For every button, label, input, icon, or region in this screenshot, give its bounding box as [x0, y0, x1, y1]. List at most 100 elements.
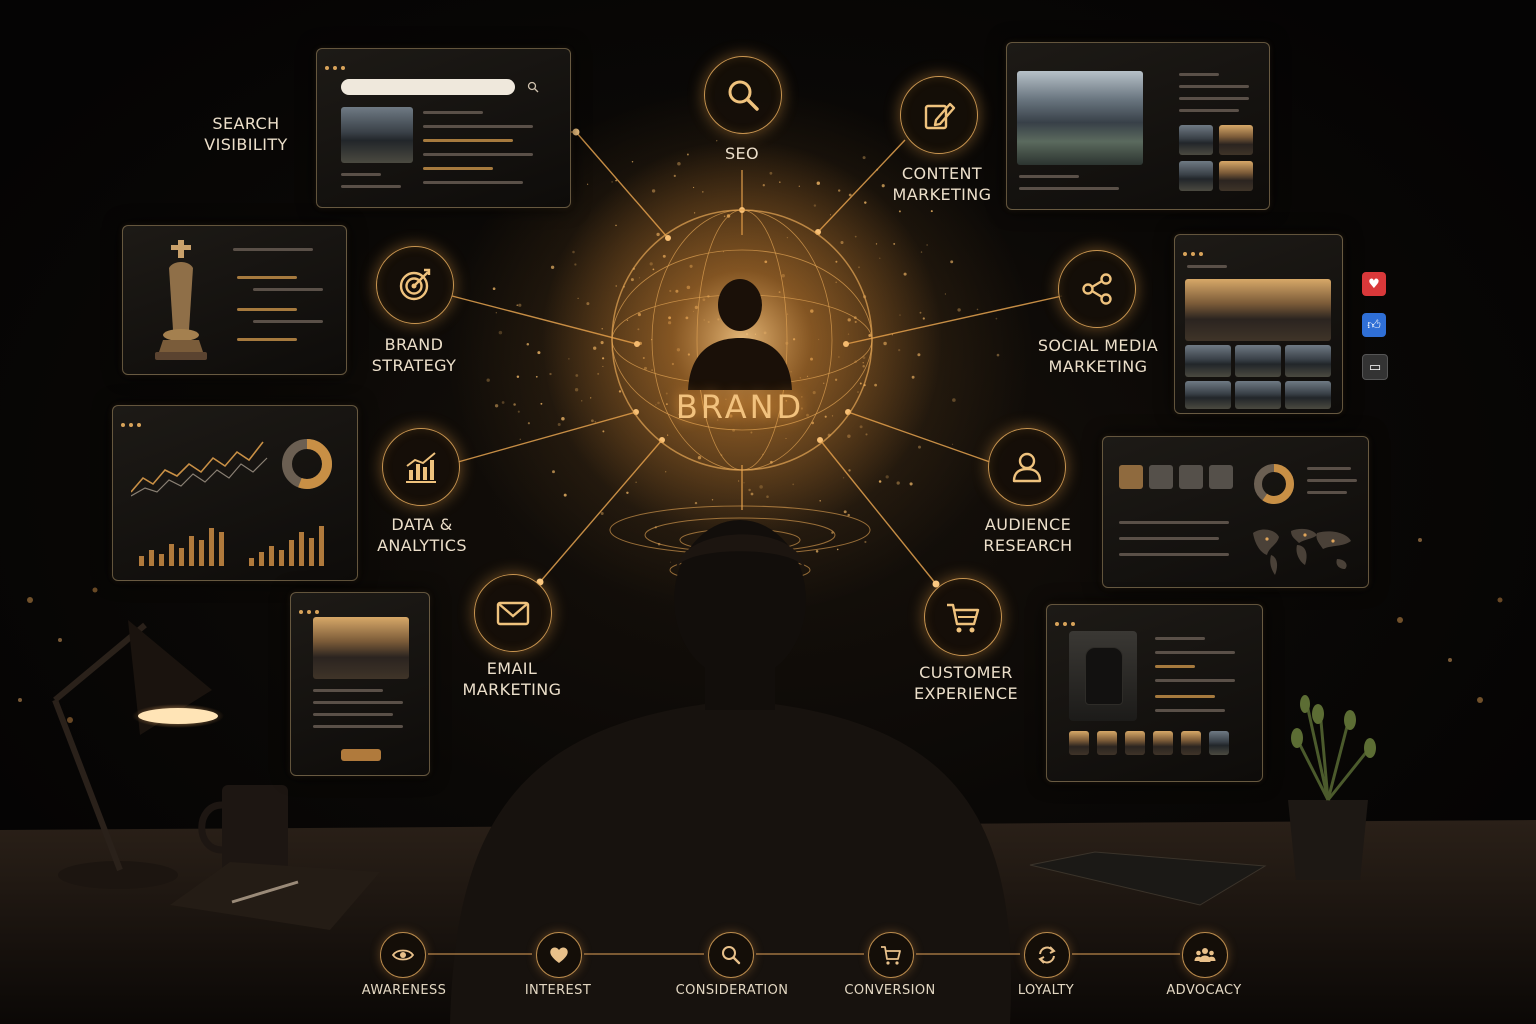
particle — [995, 317, 998, 320]
search-icon[interactable] — [527, 81, 539, 93]
edit-icon — [924, 102, 956, 130]
heart-reaction-icon[interactable]: ♥ — [1362, 272, 1386, 296]
particle — [898, 210, 901, 213]
advocacy-label: ADVOCACY — [1166, 983, 1242, 998]
email-marketing-label: EMAIL MARKETING — [462, 659, 562, 699]
search-results-panel — [316, 48, 571, 208]
awareness-stage[interactable] — [380, 932, 426, 978]
particle — [535, 375, 538, 378]
thumbs-up-reaction-icon[interactable]: 👍︎ — [1362, 313, 1386, 337]
scene: ♥ 👍︎ ▭ SEO CONTENT MARKETING BRAND STRATEG… — [0, 0, 1536, 1024]
particle — [563, 493, 567, 497]
product-page-panel — [1046, 604, 1263, 782]
particle — [518, 303, 522, 307]
data-analytics-node[interactable] — [382, 428, 460, 506]
eye-icon — [391, 949, 415, 961]
avatar — [1209, 465, 1233, 489]
consideration-label: CONSIDERATION — [675, 983, 789, 998]
particle — [550, 265, 555, 269]
seo-node[interactable] — [704, 56, 782, 134]
sunset-road-image — [313, 617, 409, 679]
particle — [600, 512, 604, 515]
heart-icon — [550, 947, 568, 963]
particle — [926, 244, 928, 246]
bar-chart-icon — [406, 452, 436, 483]
people-icon — [1194, 948, 1216, 962]
particle — [976, 308, 979, 311]
chess-king-icon — [155, 240, 207, 360]
line-chart-graphic — [131, 441, 268, 497]
particle — [631, 161, 634, 163]
particle — [716, 140, 718, 142]
advocacy-stage[interactable] — [1182, 932, 1228, 978]
content-marketing-node[interactable] — [900, 76, 978, 154]
loyalty-stage[interactable] — [1024, 932, 1070, 978]
cart-icon — [881, 946, 901, 965]
cart-icon — [947, 603, 980, 633]
particle — [519, 438, 522, 441]
particle — [611, 181, 613, 183]
particle — [930, 210, 933, 213]
particle — [862, 156, 866, 160]
particle — [944, 293, 947, 295]
interest-stage[interactable] — [536, 932, 582, 978]
particle — [957, 308, 961, 312]
conversion-stage[interactable] — [868, 932, 914, 978]
particle — [918, 445, 921, 449]
comment-reaction-icon[interactable]: ▭ — [1362, 354, 1388, 380]
brand-title: BRAND — [675, 388, 805, 426]
particle — [952, 398, 956, 402]
search-icon — [728, 80, 759, 111]
email-cta-button[interactable] — [341, 749, 381, 761]
particle — [586, 183, 589, 185]
particle — [951, 443, 954, 445]
data-analytics-label: DATA & ANALYTICS — [377, 515, 467, 555]
particle — [495, 312, 497, 314]
consideration-stage[interactable] — [708, 932, 754, 978]
landscape-image — [1017, 71, 1143, 165]
interest-label: INTEREST — [524, 983, 592, 998]
content-panel — [1006, 42, 1270, 210]
avatar — [1179, 465, 1203, 489]
particle — [486, 378, 490, 382]
brand-strategy-label: BRAND STRATEGY — [371, 335, 457, 375]
donut-chart-graphic — [282, 439, 332, 489]
audience-research-label: AUDIENCE RESEARCH — [983, 515, 1073, 555]
particle — [864, 540, 867, 544]
user-icon — [1012, 452, 1042, 483]
social-feed-panel — [1174, 234, 1343, 414]
customer-experience-node[interactable] — [924, 578, 1002, 656]
customer-experience-label: CUSTOMER EXPERIENCE — [913, 663, 1019, 703]
avatar — [1149, 465, 1173, 489]
brand-strategy-node[interactable] — [376, 246, 454, 324]
particle — [494, 404, 499, 408]
particle — [527, 422, 530, 425]
content-marketing-label: CONTENT MARKETING — [892, 164, 992, 204]
particle — [513, 403, 516, 406]
bar-chart-graphic — [133, 514, 233, 566]
audience-panel — [1102, 436, 1369, 588]
particle — [501, 401, 505, 404]
particle — [492, 287, 496, 291]
search-bar[interactable] — [341, 79, 515, 95]
social-media-marketing-label: SOCIAL MEDIA MARKETING — [1037, 336, 1159, 376]
social-media-marketing-node[interactable] — [1058, 250, 1136, 328]
share-icon — [1082, 273, 1112, 305]
particle — [516, 304, 519, 307]
refresh-icon — [1038, 946, 1056, 964]
particle — [537, 351, 541, 355]
particle — [526, 342, 530, 346]
awareness-label: AWARENESS — [361, 983, 447, 998]
seo-label: SEO — [724, 144, 760, 163]
search-icon — [722, 946, 741, 965]
email-marketing-node[interactable] — [474, 574, 552, 652]
email-panel — [290, 592, 430, 776]
world-map-graphic — [1253, 528, 1351, 575]
particle — [516, 375, 520, 378]
particle — [517, 410, 520, 413]
particle — [896, 481, 900, 485]
backpack-product-image — [1069, 631, 1137, 721]
loyalty-label: LOYALTY — [1017, 983, 1075, 998]
audience-research-node[interactable] — [988, 428, 1066, 506]
particle — [815, 550, 819, 553]
